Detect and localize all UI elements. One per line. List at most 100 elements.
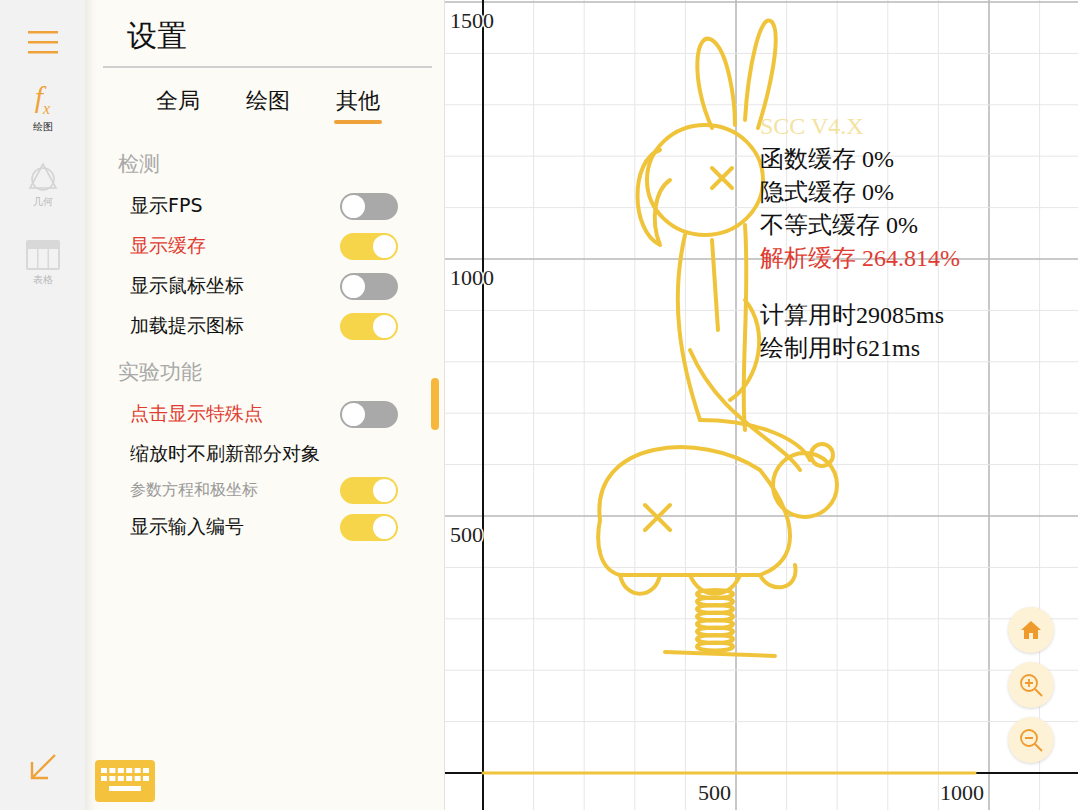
table-icon	[26, 240, 60, 270]
home-button[interactable]	[1008, 607, 1054, 653]
x-tick-label: 1000	[940, 780, 984, 805]
toggle-switch[interactable]	[340, 233, 398, 260]
menu-icon	[28, 30, 58, 54]
grid-line	[445, 567, 1078, 568]
menu-button[interactable]	[28, 30, 58, 54]
toggle-knob	[342, 275, 365, 298]
grid-line	[445, 207, 1078, 208]
grid-line	[445, 413, 1078, 414]
section-title: 检测	[103, 150, 398, 178]
setting-row: 参数方程和极坐标	[103, 474, 398, 507]
setting-label: 缩放时不刷新部分对象	[130, 441, 320, 467]
toggle-knob	[373, 235, 396, 258]
toggle-switch[interactable]	[340, 477, 398, 504]
toggle-switch[interactable]	[340, 313, 398, 340]
grid-line	[482, 0, 484, 810]
tab[interactable]: 绘图	[233, 82, 303, 124]
cache-overlay: SCC V4.X 函数缓存 0%隐式缓存 0%不等式缓存 0%解析缓存 264.…	[760, 110, 960, 365]
x-axis	[445, 772, 1078, 774]
home-icon	[1020, 619, 1042, 641]
grid-line	[445, 618, 1078, 619]
y-tick-label: 1000	[450, 265, 494, 290]
grid-line	[634, 0, 635, 810]
toggle-knob	[342, 195, 365, 218]
grid-line	[584, 0, 585, 810]
cache-line: 不等式缓存 0%	[760, 209, 960, 242]
rail-label: 表格	[33, 273, 53, 287]
y-axis	[482, 0, 484, 810]
toggle-switch[interactable]	[340, 193, 398, 220]
setting-row: 点击显示特殊点	[103, 394, 398, 434]
rail-item[interactable]: 表格	[26, 240, 60, 290]
tab-bar: 全局绘图其他	[103, 82, 432, 124]
toggle-knob	[373, 315, 396, 338]
collapse-button[interactable]	[28, 752, 58, 782]
x-tick-label: 500	[698, 780, 731, 805]
grid-line	[445, 1, 1078, 3]
toggle-knob	[373, 479, 396, 502]
toggle-knob	[342, 403, 365, 426]
settings-header: 设置	[103, 0, 432, 68]
grid-line	[685, 0, 686, 810]
keyboard-button[interactable]	[95, 760, 155, 802]
grid-line	[445, 772, 1078, 774]
rail-label: 几何	[33, 195, 53, 209]
setting-row: 加载提示图标	[103, 306, 398, 346]
grid-line	[445, 53, 1078, 54]
setting-label: 显示输入编号	[130, 514, 244, 540]
section-title: 实验功能	[103, 358, 398, 386]
zoom-out-button[interactable]	[1008, 717, 1054, 763]
time-line: 计算用时29085ms	[760, 299, 960, 332]
cache-line: 解析缓存 264.814%	[760, 242, 960, 275]
keyboard-icon	[95, 760, 155, 802]
setting-label: 加载提示图标	[130, 313, 244, 339]
graph-canvas[interactable]: 500 1000 1500 1000 500 SCC V4.X 函数缓存 0%隐式缓存 …	[445, 0, 1078, 810]
rail-item[interactable]: fx 绘图	[33, 82, 53, 134]
grid-line	[445, 515, 1078, 517]
geometry-icon	[28, 162, 58, 192]
setting-label: 点击显示特殊点	[130, 401, 263, 427]
rail-item[interactable]: 几何	[28, 162, 58, 212]
cache-line: 隐式缓存 0%	[760, 176, 960, 209]
zoom-out-icon	[1018, 727, 1044, 753]
setting-label: 显示鼠标坐标	[130, 273, 244, 299]
settings-panel: 设置 全局绘图其他 检测 显示FPS 显示缓存 显示鼠标坐标 加载提示图标 实验…	[85, 0, 445, 810]
rail-label: 绘图	[33, 120, 53, 134]
zoom-in-button[interactable]	[1008, 662, 1054, 708]
setting-label: 显示缓存	[130, 233, 206, 259]
grid-line	[988, 0, 990, 810]
toggle-knob	[373, 516, 396, 539]
app-window: fx 绘图 几何 表格 设置 全局绘图其他 检测 显示FPS 显示缓存 显示鼠标…	[0, 0, 1078, 810]
toggle-switch[interactable]	[340, 273, 398, 300]
overlay-title: SCC V4.X	[760, 110, 960, 143]
y-tick-label: 500	[450, 522, 483, 547]
function-icon: fx	[35, 82, 50, 117]
cache-line: 函数缓存 0%	[760, 143, 960, 176]
grid-line	[445, 104, 1078, 105]
grid-line	[887, 0, 888, 810]
setting-label: 参数方程和极坐标	[130, 480, 258, 501]
side-rail: fx 绘图 几何 表格	[0, 0, 85, 810]
y-tick-label: 1500	[450, 8, 494, 33]
scrollbar-thumb[interactable]	[431, 378, 439, 430]
settings-title: 设置	[127, 14, 432, 58]
zoom-in-icon	[1018, 672, 1044, 698]
setting-row: 显示输入编号	[103, 507, 398, 547]
grid-line	[445, 670, 1078, 671]
drawn-figure	[483, 20, 975, 773]
setting-row: 显示FPS	[103, 186, 398, 226]
toggle-switch[interactable]	[340, 401, 398, 428]
view-controls	[1008, 607, 1054, 763]
setting-label: 显示FPS	[130, 193, 202, 219]
grid-line	[445, 361, 1078, 362]
grid-line	[445, 721, 1078, 722]
setting-row: 显示鼠标坐标	[103, 266, 398, 306]
time-line: 绘制用时621ms	[760, 332, 960, 365]
settings-section: 检测 显示FPS 显示缓存 显示鼠标坐标 加载提示图标	[103, 150, 444, 346]
toggle-switch[interactable]	[340, 514, 398, 541]
tab[interactable]: 全局	[143, 82, 213, 124]
grid-line	[445, 464, 1078, 465]
tab[interactable]: 其他	[323, 82, 393, 124]
setting-row: 显示缓存	[103, 226, 398, 266]
setting-row: 缩放时不刷新部分对象	[103, 434, 398, 474]
